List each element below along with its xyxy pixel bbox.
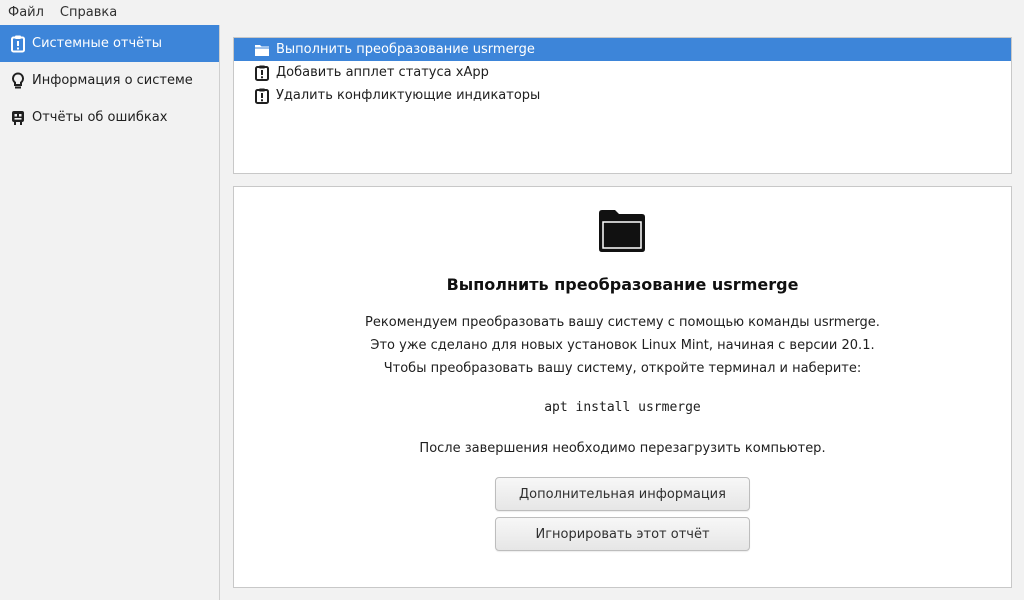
bug-report-icon	[10, 109, 26, 127]
sidebar-item-label: Информация о системе	[32, 73, 193, 88]
lightbulb-icon	[10, 71, 26, 90]
command-text: apt install usrmerge	[544, 400, 701, 415]
reports-list: Выполнить преобразование usrmerge Добави…	[233, 37, 1012, 174]
report-footer-text: После завершения необходимо перезагрузит…	[419, 441, 826, 456]
list-item[interactable]: Удалить конфликтующие индикаторы	[234, 84, 1011, 107]
menu-bar: Файл Справка	[0, 0, 1024, 25]
list-item-label: Выполнить преобразование usrmerge	[276, 42, 535, 57]
more-info-button[interactable]: Дополнительная информация	[495, 477, 750, 511]
folder-icon	[254, 42, 270, 58]
clipboard-alert-icon	[254, 88, 270, 104]
ignore-report-button[interactable]: Игнорировать этот отчёт	[495, 517, 750, 551]
list-item-label: Удалить конфликтующие индикаторы	[276, 88, 541, 103]
sidebar-item-label: Системные отчёты	[32, 36, 162, 51]
sidebar-item-system-reports[interactable]: Системные отчёты	[0, 25, 219, 62]
list-item[interactable]: Выполнить преобразование usrmerge	[234, 38, 1011, 61]
folder-icon	[597, 209, 647, 253]
sidebar-item-label: Отчёты об ошибках	[32, 110, 168, 125]
report-description-line: Это уже сделано для новых установок Linu…	[370, 338, 875, 353]
menu-file[interactable]: Файл	[8, 5, 44, 20]
sidebar-item-crash-reports[interactable]: Отчёты об ошибках	[0, 99, 219, 136]
report-description-line: Рекомендуем преобразовать вашу систему с…	[365, 315, 880, 330]
list-item[interactable]: Добавить апплет статуса xApp	[234, 61, 1011, 84]
report-description-line: Чтобы преобразовать вашу систему, открой…	[383, 361, 862, 376]
main-area: Выполнить преобразование usrmerge Добави…	[221, 25, 1024, 600]
clipboard-alert-icon	[10, 35, 26, 53]
sidebar: Системные отчёты Информация о системе От…	[0, 25, 220, 600]
report-title: Выполнить преобразование usrmerge	[446, 275, 799, 294]
list-item-label: Добавить апплет статуса xApp	[276, 65, 489, 80]
report-detail: Выполнить преобразование usrmerge Рекоме…	[233, 186, 1012, 588]
clipboard-alert-icon	[254, 65, 270, 81]
sidebar-item-system-info[interactable]: Информация о системе	[0, 62, 219, 99]
menu-help[interactable]: Справка	[60, 5, 117, 20]
